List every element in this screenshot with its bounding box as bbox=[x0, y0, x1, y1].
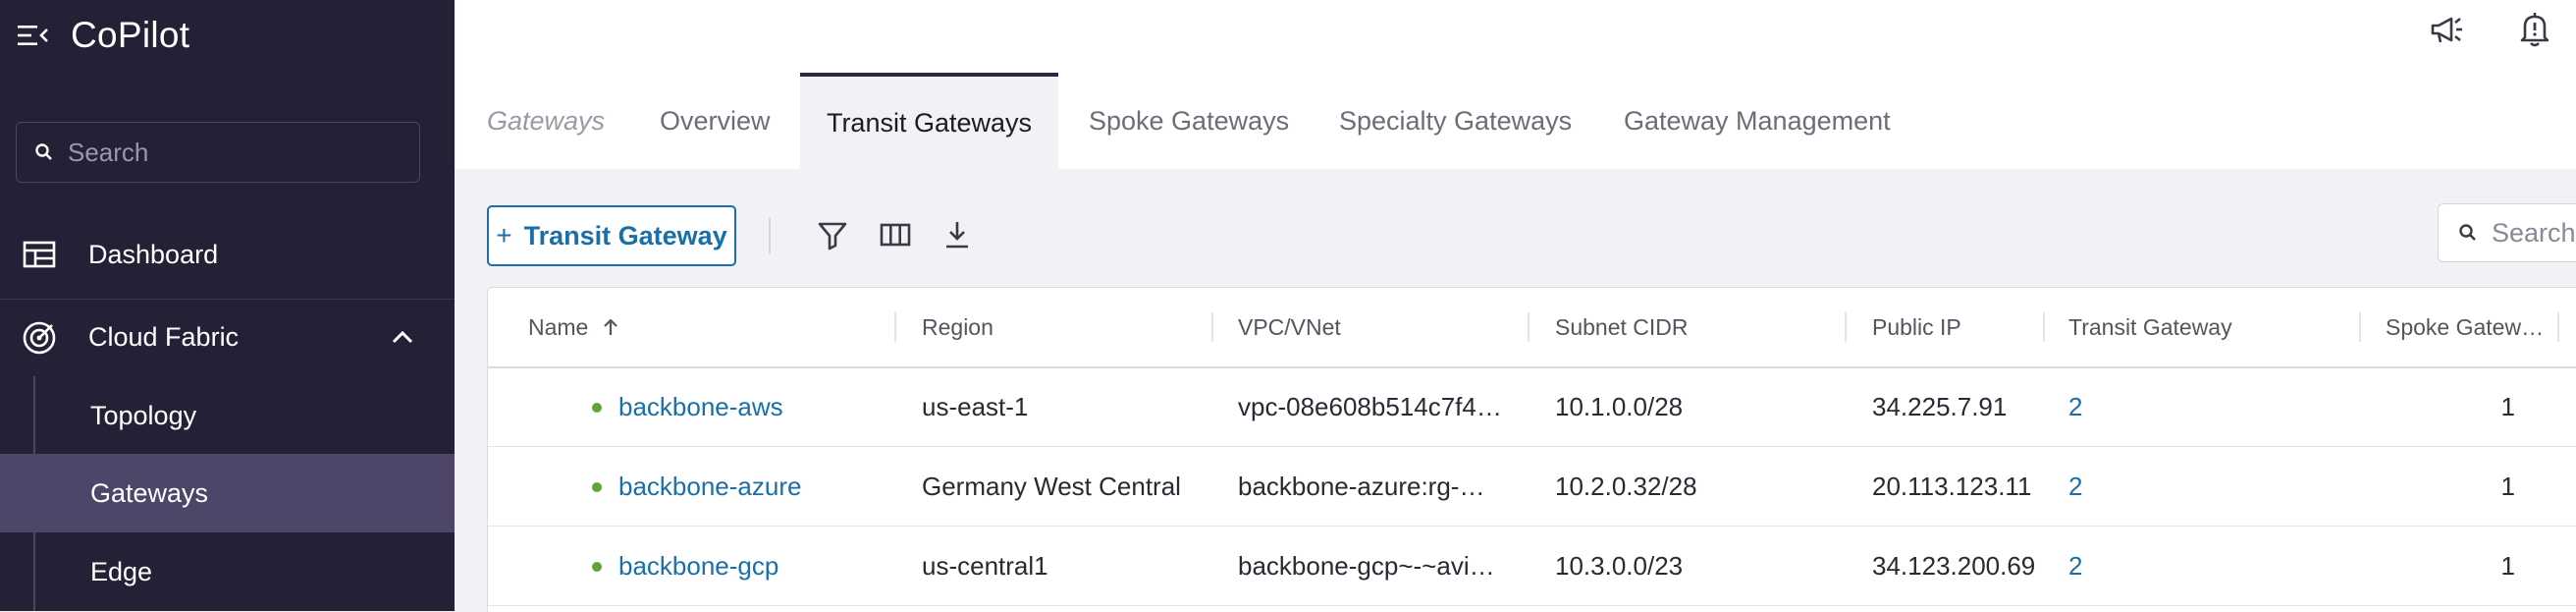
region-cell: Germany West Central bbox=[922, 471, 1181, 501]
column-header-transit-gateway[interactable]: Transit Gateway bbox=[2068, 288, 2232, 366]
table-search[interactable] bbox=[2438, 203, 2576, 262]
gateway-tabs: Gateways Overview Transit Gateways Spoke… bbox=[455, 73, 2576, 169]
table-row[interactable]: backbone-aws us-east-1 vpc-08e608b514c7f… bbox=[488, 367, 2576, 447]
column-divider[interactable] bbox=[894, 312, 896, 342]
status-dot bbox=[592, 562, 602, 572]
toolbar-divider bbox=[769, 218, 771, 253]
column-divider[interactable] bbox=[2043, 312, 2045, 342]
column-header-name[interactable]: Name bbox=[528, 288, 619, 366]
bell-icon[interactable] bbox=[2516, 10, 2553, 49]
plus-icon: + bbox=[496, 220, 512, 250]
subnet-cidr-cell: 10.3.0.0/23 bbox=[1555, 550, 1684, 581]
public-ip-cell: 34.123.200.69 bbox=[1872, 550, 2036, 581]
tab-gateway-management[interactable]: Gateway Management bbox=[1624, 73, 1891, 169]
spoke-gateway-count-cell: 1 bbox=[2500, 471, 2515, 501]
sidebar-item-label: Cloud Fabric bbox=[88, 322, 240, 352]
gateway-name-link[interactable]: backbone-azure bbox=[618, 447, 801, 526]
table-row[interactable]: backbone-azure Germany West Central back… bbox=[488, 447, 2576, 527]
brand: CoPilot bbox=[18, 12, 189, 59]
column-divider[interactable] bbox=[2359, 312, 2361, 342]
status-dot bbox=[592, 403, 602, 413]
gateway-name-link[interactable]: backbone-aws bbox=[618, 367, 783, 446]
sidebar-item-cloud-fabric[interactable]: Cloud Fabric bbox=[0, 299, 455, 375]
transit-gateways-table: Name Region VPC/VNet Subnet CIDR Public … bbox=[487, 287, 2576, 612]
sidebar-item-dashboard[interactable]: Dashboard bbox=[0, 216, 455, 293]
dashboard-icon bbox=[23, 241, 56, 268]
sidebar-subitem-label: Edge bbox=[90, 556, 153, 586]
sidebar-search-input[interactable] bbox=[66, 136, 394, 169]
transit-gateway-count-link[interactable]: 2 bbox=[2068, 367, 2082, 446]
sidebar-search[interactable] bbox=[16, 122, 420, 183]
app-title: CoPilot bbox=[71, 15, 190, 55]
status-dot bbox=[592, 482, 602, 492]
public-ip-cell: 20.113.123.11 bbox=[1872, 471, 2032, 501]
collapse-menu-icon[interactable] bbox=[18, 24, 49, 47]
sidebar-item-topology[interactable]: Topology bbox=[0, 376, 455, 455]
tab-transit-gateways[interactable]: Transit Gateways bbox=[800, 73, 1058, 169]
cloud-fabric-icon bbox=[23, 321, 56, 354]
add-transit-gateway-button[interactable]: + Transit Gateway bbox=[487, 205, 736, 266]
download-icon[interactable] bbox=[940, 218, 974, 251]
transit-gateway-count-link[interactable]: 2 bbox=[2068, 447, 2082, 526]
column-header-subnet-cidr[interactable]: Subnet CIDR bbox=[1555, 288, 1689, 366]
vpc-cell: backbone-gcp~-~avi… bbox=[1238, 550, 1495, 581]
spoke-gateway-count-cell: 1 bbox=[2500, 391, 2515, 421]
region-cell: us-central1 bbox=[922, 550, 1048, 581]
tab-spoke-gateways[interactable]: Spoke Gateways bbox=[1089, 73, 1289, 169]
transit-gateway-count-link[interactable]: 2 bbox=[2068, 527, 2082, 605]
spoke-gateway-count-cell: 1 bbox=[2500, 550, 2515, 581]
public-ip-cell: 34.225.7.91 bbox=[1872, 391, 2008, 421]
breadcrumb[interactable]: Gateways bbox=[487, 73, 605, 169]
sort-ascending-icon[interactable] bbox=[602, 317, 619, 337]
sidebar-item-edge[interactable]: Edge bbox=[0, 532, 455, 611]
column-header-vpc[interactable]: VPC/VNet bbox=[1238, 288, 1341, 366]
column-divider[interactable] bbox=[1528, 312, 1530, 342]
column-header-region[interactable]: Region bbox=[922, 288, 993, 366]
sidebar: CoPilot Dashboard Cloud Fabric Topo bbox=[0, 0, 455, 611]
filter-icon[interactable] bbox=[816, 218, 849, 251]
sidebar-subitem-label: Gateways bbox=[90, 477, 209, 508]
tab-specialty-gateways[interactable]: Specialty Gateways bbox=[1339, 73, 1572, 169]
column-header-label: Name bbox=[528, 313, 589, 340]
table-search-input[interactable] bbox=[2490, 216, 2576, 250]
search-icon bbox=[2459, 224, 2476, 241]
tab-overview[interactable]: Overview bbox=[660, 73, 771, 169]
gateway-name-link[interactable]: backbone-gcp bbox=[618, 527, 778, 605]
column-header-public-ip[interactable]: Public IP bbox=[1872, 288, 1961, 366]
column-divider[interactable] bbox=[1845, 312, 1847, 342]
column-divider[interactable] bbox=[1211, 312, 1213, 342]
subnet-cidr-cell: 10.2.0.32/28 bbox=[1555, 471, 1697, 501]
vpc-cell: vpc-08e608b514c7f4… bbox=[1238, 391, 1502, 421]
search-icon bbox=[35, 143, 52, 160]
chevron-up-icon[interactable] bbox=[390, 325, 415, 351]
vpc-cell: backbone-azure:rg-… bbox=[1238, 471, 1485, 501]
top-header bbox=[455, 0, 2576, 74]
column-header-spoke-gateways[interactable]: Spoke Gatew… bbox=[2386, 288, 2544, 366]
table-row[interactable]: backbone-gcp us-central1 backbone-gcp~-~… bbox=[488, 527, 2576, 606]
sidebar-subitem-label: Topology bbox=[90, 400, 197, 430]
subnet-cidr-cell: 10.1.0.0/28 bbox=[1555, 391, 1684, 421]
table-header: Name Region VPC/VNet Subnet CIDR Public … bbox=[488, 288, 2576, 368]
columns-icon[interactable] bbox=[879, 218, 912, 251]
add-button-label: Transit Gateway bbox=[523, 220, 727, 250]
sidebar-item-gateways[interactable]: Gateways bbox=[0, 454, 455, 532]
megaphone-icon[interactable] bbox=[2428, 10, 2467, 49]
column-divider[interactable] bbox=[2557, 312, 2559, 342]
region-cell: us-east-1 bbox=[922, 391, 1029, 421]
sidebar-item-label: Dashboard bbox=[88, 239, 219, 269]
